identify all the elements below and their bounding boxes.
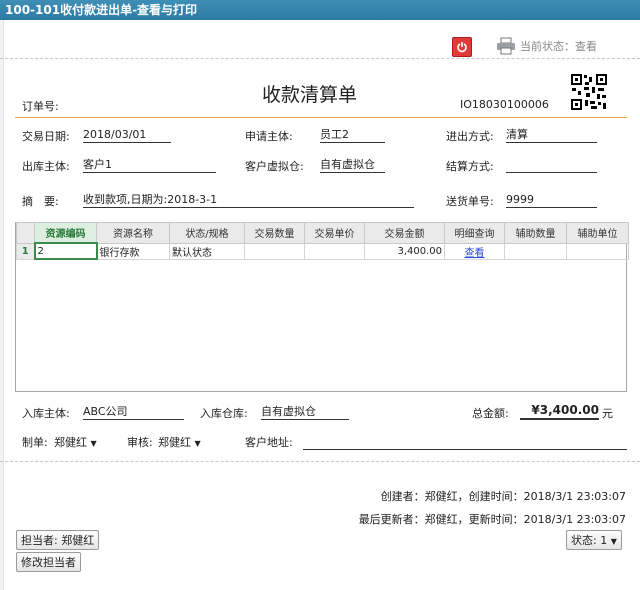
qr-code-icon	[570, 73, 608, 114]
col-header-name[interactable]: 资源名称	[96, 222, 170, 244]
maker-value: 郑健红	[54, 436, 87, 449]
header-divider	[15, 117, 627, 118]
updater-info: 最后更新者：郑健红，更新时间：2018/3/1 23:03:07	[358, 513, 626, 526]
cell-aux-unit[interactable]	[566, 242, 629, 260]
table-row: 1 2 银行存款 默认状态 3,400.00 查看	[16, 242, 629, 260]
delivery-number-field[interactable]: 9999	[506, 192, 597, 208]
customer-warehouse-label: 客户虚拟仓:	[245, 160, 304, 173]
col-header-aux-qty[interactable]: 辅助数量	[504, 222, 567, 244]
inout-field[interactable]: 清算	[506, 127, 597, 143]
col-header-price[interactable]: 交易单价	[304, 222, 365, 244]
dropdown-arrow-icon: ▼	[610, 537, 617, 546]
applicant-field[interactable]: 员工2	[320, 127, 385, 143]
customer-warehouse-field[interactable]: 自有虚拟仓	[320, 157, 385, 173]
col-header-code[interactable]: 资源编码	[34, 222, 97, 244]
creator-info: 创建者：郑健红，创建时间：2018/3/1 23:03:07	[380, 490, 626, 503]
applicant-label: 申请主体:	[245, 130, 293, 143]
toolbar-divider	[0, 58, 640, 59]
doc-title: 收款清算单	[262, 84, 358, 106]
close-power-icon[interactable]	[452, 37, 472, 57]
delivery-number-label: 送货单号:	[446, 195, 494, 208]
cell-aux-qty[interactable]	[504, 242, 567, 260]
out-entity-label: 出库主体:	[22, 160, 70, 173]
window-title: 100-101收付款进出单-查看与打印	[0, 0, 640, 20]
order-number-label: 订单号:	[22, 100, 59, 113]
cell-code[interactable]: 2	[33, 242, 98, 260]
owner-button[interactable]: 担当者: 郑健红	[16, 530, 100, 550]
settlement-label: 结算方式:	[446, 160, 494, 173]
reviewer-label: 审核:	[127, 436, 153, 449]
out-entity-field[interactable]: 客户1	[83, 157, 216, 173]
total-amount: ¥3,400.00	[520, 403, 599, 420]
in-entity-field[interactable]: ABC公司	[83, 404, 184, 420]
grid-corner	[16, 222, 35, 244]
cell-name[interactable]: 银行存款	[96, 242, 170, 260]
status-text: 当前状态：查看	[520, 40, 597, 53]
in-warehouse-field[interactable]: 自有虚拟仓	[261, 404, 349, 420]
col-header-aux-unit[interactable]: 辅助单位	[566, 222, 629, 244]
footer-divider	[0, 461, 640, 462]
summary-label: 摘 要:	[22, 195, 59, 208]
total-label: 总金额:	[472, 407, 509, 420]
left-edge	[0, 20, 4, 590]
address-field[interactable]	[303, 434, 627, 450]
row-index: 1	[16, 242, 35, 260]
col-header-amount[interactable]: 交易金额	[364, 222, 445, 244]
detail-table: 资源编码 资源名称 状态/规格 交易数量 交易单价 交易金额 明细查询 辅助数量…	[16, 222, 629, 260]
printer-icon[interactable]	[496, 37, 516, 58]
inout-label: 进出方式:	[446, 130, 494, 143]
col-header-spec[interactable]: 状态/规格	[169, 222, 245, 244]
total-unit: 元	[602, 407, 613, 420]
address-label: 客户地址:	[245, 436, 293, 449]
cell-qty[interactable]	[244, 242, 305, 260]
status-select-button[interactable]: 状态: 1 ▼	[566, 530, 622, 550]
dropdown-arrow-icon: ▼	[194, 439, 201, 448]
summary-field[interactable]: 收到款项,日期为:2018-3-1	[83, 192, 414, 208]
in-warehouse-label: 入库仓库:	[200, 407, 248, 420]
cell-spec[interactable]: 默认状态	[169, 242, 245, 260]
maker-label: 制单:	[22, 436, 48, 449]
view-detail-link[interactable]: 查看	[465, 248, 485, 259]
col-header-qty[interactable]: 交易数量	[244, 222, 305, 244]
settlement-field[interactable]	[506, 157, 597, 173]
maker-select[interactable]: 郑健红 ▼	[54, 434, 97, 450]
reviewer-value: 郑健红	[158, 436, 191, 449]
cell-amount[interactable]: 3,400.00	[364, 242, 445, 260]
col-header-detail[interactable]: 明细查询	[444, 222, 505, 244]
dropdown-arrow-icon: ▼	[90, 439, 97, 448]
trade-date-field[interactable]: 2018/03/01	[83, 127, 171, 143]
in-entity-label: 入库主体:	[22, 407, 70, 420]
status-value: 状态: 1	[571, 534, 608, 547]
order-number-value: IO18030100006	[460, 98, 549, 111]
change-owner-button[interactable]: 修改担当者	[16, 552, 81, 572]
trade-date-label: 交易日期:	[22, 130, 70, 143]
reviewer-select[interactable]: 郑健红 ▼	[158, 434, 201, 450]
cell-price[interactable]	[304, 242, 365, 260]
